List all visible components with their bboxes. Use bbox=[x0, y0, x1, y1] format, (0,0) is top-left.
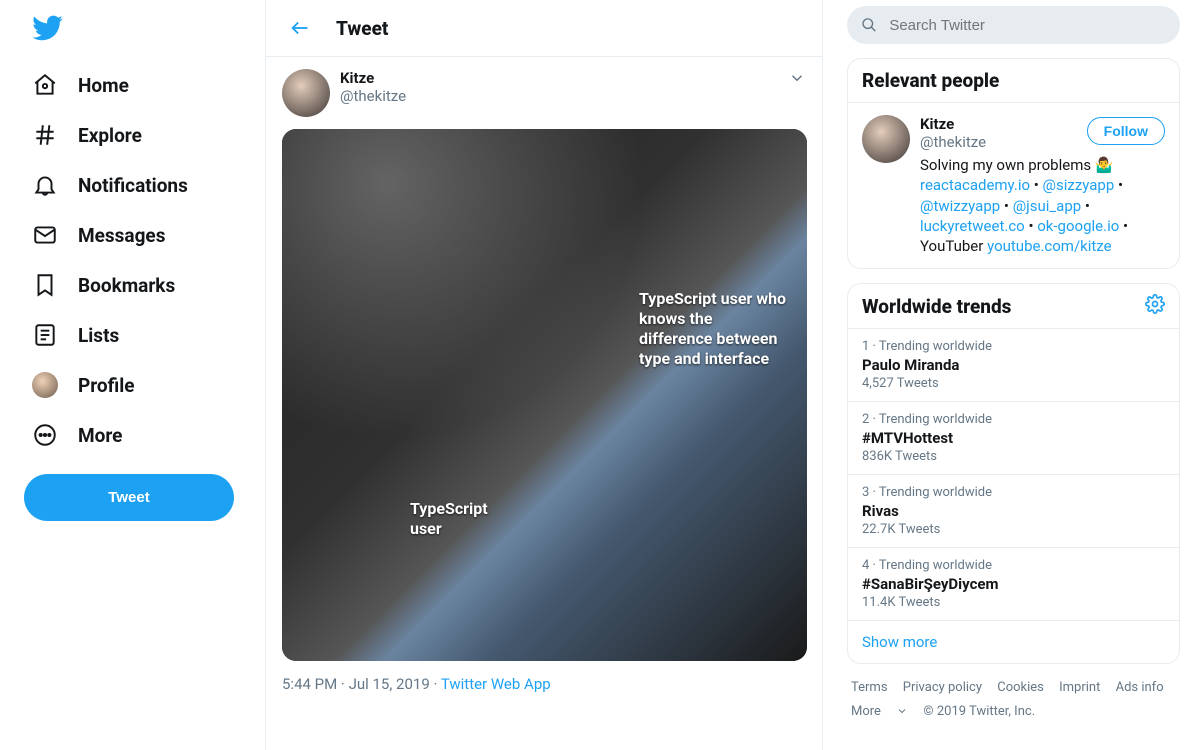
trend-name: #MTVHottest bbox=[862, 429, 1165, 447]
meme-text-2: TypeScript user bbox=[410, 499, 520, 539]
nav-label: Home bbox=[78, 74, 129, 97]
home-icon bbox=[32, 72, 58, 98]
search-input[interactable] bbox=[889, 17, 1166, 34]
more-icon bbox=[32, 422, 58, 448]
chevron-down-icon bbox=[788, 69, 806, 87]
bio-link[interactable]: @twizzyapp bbox=[920, 197, 1000, 215]
nav-profile[interactable]: Profile bbox=[24, 360, 253, 410]
relevant-avatar[interactable] bbox=[862, 115, 910, 163]
footer-link[interactable]: Terms bbox=[851, 680, 888, 695]
trend-name: Rivas bbox=[862, 502, 1165, 520]
trend-name: #SanaBirŞeyDiycem bbox=[862, 575, 1165, 593]
bio-link[interactable]: youtube.com/kitze bbox=[987, 237, 1112, 255]
trends-heading: Worldwide trends bbox=[862, 295, 1011, 318]
mail-icon bbox=[32, 222, 58, 248]
nav-label: Explore bbox=[78, 124, 142, 147]
follow-button[interactable]: Follow bbox=[1087, 117, 1165, 145]
bio-link[interactable]: reactacademy.io bbox=[920, 176, 1030, 194]
nav-explore[interactable]: Explore bbox=[24, 110, 253, 160]
tweet-menu-button[interactable] bbox=[788, 69, 806, 91]
footer: Terms Privacy policy Cookies Imprint Ads… bbox=[847, 664, 1180, 735]
nav-label: Messages bbox=[78, 224, 165, 247]
relevant-heading: Relevant people bbox=[862, 69, 999, 92]
trends-settings-button[interactable] bbox=[1145, 294, 1165, 318]
back-button[interactable] bbox=[282, 10, 318, 46]
trend-count: 22.7K Tweets bbox=[862, 522, 1165, 537]
nav-label: More bbox=[78, 424, 122, 447]
meme-text-1: TypeScript user who knows the difference… bbox=[639, 289, 789, 369]
trend-name: Paulo Miranda bbox=[862, 356, 1165, 374]
nav-label: Notifications bbox=[78, 174, 188, 197]
trend-count: 11.4K Tweets bbox=[862, 595, 1165, 610]
tweet-date: Jul 15, 2019 bbox=[349, 675, 430, 693]
relevant-bio: Solving my own problems 🤷‍♂️ reactacadem… bbox=[920, 155, 1165, 256]
bio-link[interactable]: luckyretweet.co bbox=[920, 217, 1025, 235]
nav-messages[interactable]: Messages bbox=[24, 210, 253, 260]
trend-count: 836K Tweets bbox=[862, 449, 1165, 464]
trend-item[interactable]: 4 · Trending worldwide #SanaBirŞeyDiycem… bbox=[848, 548, 1179, 621]
gear-icon bbox=[1145, 294, 1165, 314]
nav-lists[interactable]: Lists bbox=[24, 310, 253, 360]
list-icon bbox=[32, 322, 58, 348]
bookmark-icon bbox=[32, 272, 58, 298]
nav-label: Bookmarks bbox=[78, 274, 175, 297]
bio-link[interactable]: @sizzyapp bbox=[1043, 176, 1115, 194]
footer-link[interactable]: Imprint bbox=[1059, 680, 1100, 695]
nav-bookmarks[interactable]: Bookmarks bbox=[24, 260, 253, 310]
footer-link[interactable]: Privacy policy bbox=[903, 680, 982, 695]
footer-copyright: © 2019 Twitter, Inc. bbox=[923, 704, 1035, 719]
twitter-logo[interactable] bbox=[24, 4, 253, 56]
page-title: Tweet bbox=[336, 17, 388, 40]
trend-count: 4,527 Tweets bbox=[862, 376, 1165, 391]
trend-item[interactable]: 2 · Trending worldwide #MTVHottest 836K … bbox=[848, 402, 1179, 475]
author-handle[interactable]: @thekitze bbox=[340, 87, 406, 105]
profile-avatar-icon bbox=[32, 372, 58, 398]
footer-more[interactable]: More bbox=[851, 704, 908, 719]
trend-item[interactable]: 1 · Trending worldwide Paulo Miranda 4,5… bbox=[848, 329, 1179, 402]
nav-label: Profile bbox=[78, 374, 135, 397]
search-icon bbox=[861, 16, 877, 34]
tweet-metadata: 5:44 PM · Jul 15, 2019 · Twitter Web App bbox=[282, 675, 806, 693]
show-more-trends[interactable]: Show more bbox=[848, 621, 1179, 663]
arrow-left-icon bbox=[289, 17, 311, 39]
nav-label: Lists bbox=[78, 324, 119, 347]
footer-link[interactable]: Ads info bbox=[1116, 680, 1164, 695]
nav-notifications[interactable]: Notifications bbox=[24, 160, 253, 210]
tweet-time: 5:44 PM bbox=[282, 675, 337, 693]
tweet-source[interactable]: Twitter Web App bbox=[441, 675, 551, 693]
nav-home[interactable]: Home bbox=[24, 60, 253, 110]
nav-more[interactable]: More bbox=[24, 410, 253, 460]
bio-link[interactable]: @jsui_app bbox=[1013, 197, 1082, 215]
chevron-down-icon bbox=[896, 705, 908, 717]
author-avatar[interactable] bbox=[282, 69, 330, 117]
bell-icon bbox=[32, 172, 58, 198]
search-box[interactable] bbox=[847, 6, 1180, 44]
trend-item[interactable]: 3 · Trending worldwide Rivas 22.7K Tweet… bbox=[848, 475, 1179, 548]
bio-link[interactable]: ok-google.io bbox=[1037, 217, 1119, 235]
author-name[interactable]: Kitze bbox=[340, 69, 406, 87]
footer-link[interactable]: Cookies bbox=[997, 680, 1044, 695]
compose-tweet-button[interactable]: Tweet bbox=[24, 474, 234, 521]
tweet-image[interactable]: TypeScript user who knows the difference… bbox=[282, 129, 807, 661]
hash-icon bbox=[32, 122, 58, 148]
